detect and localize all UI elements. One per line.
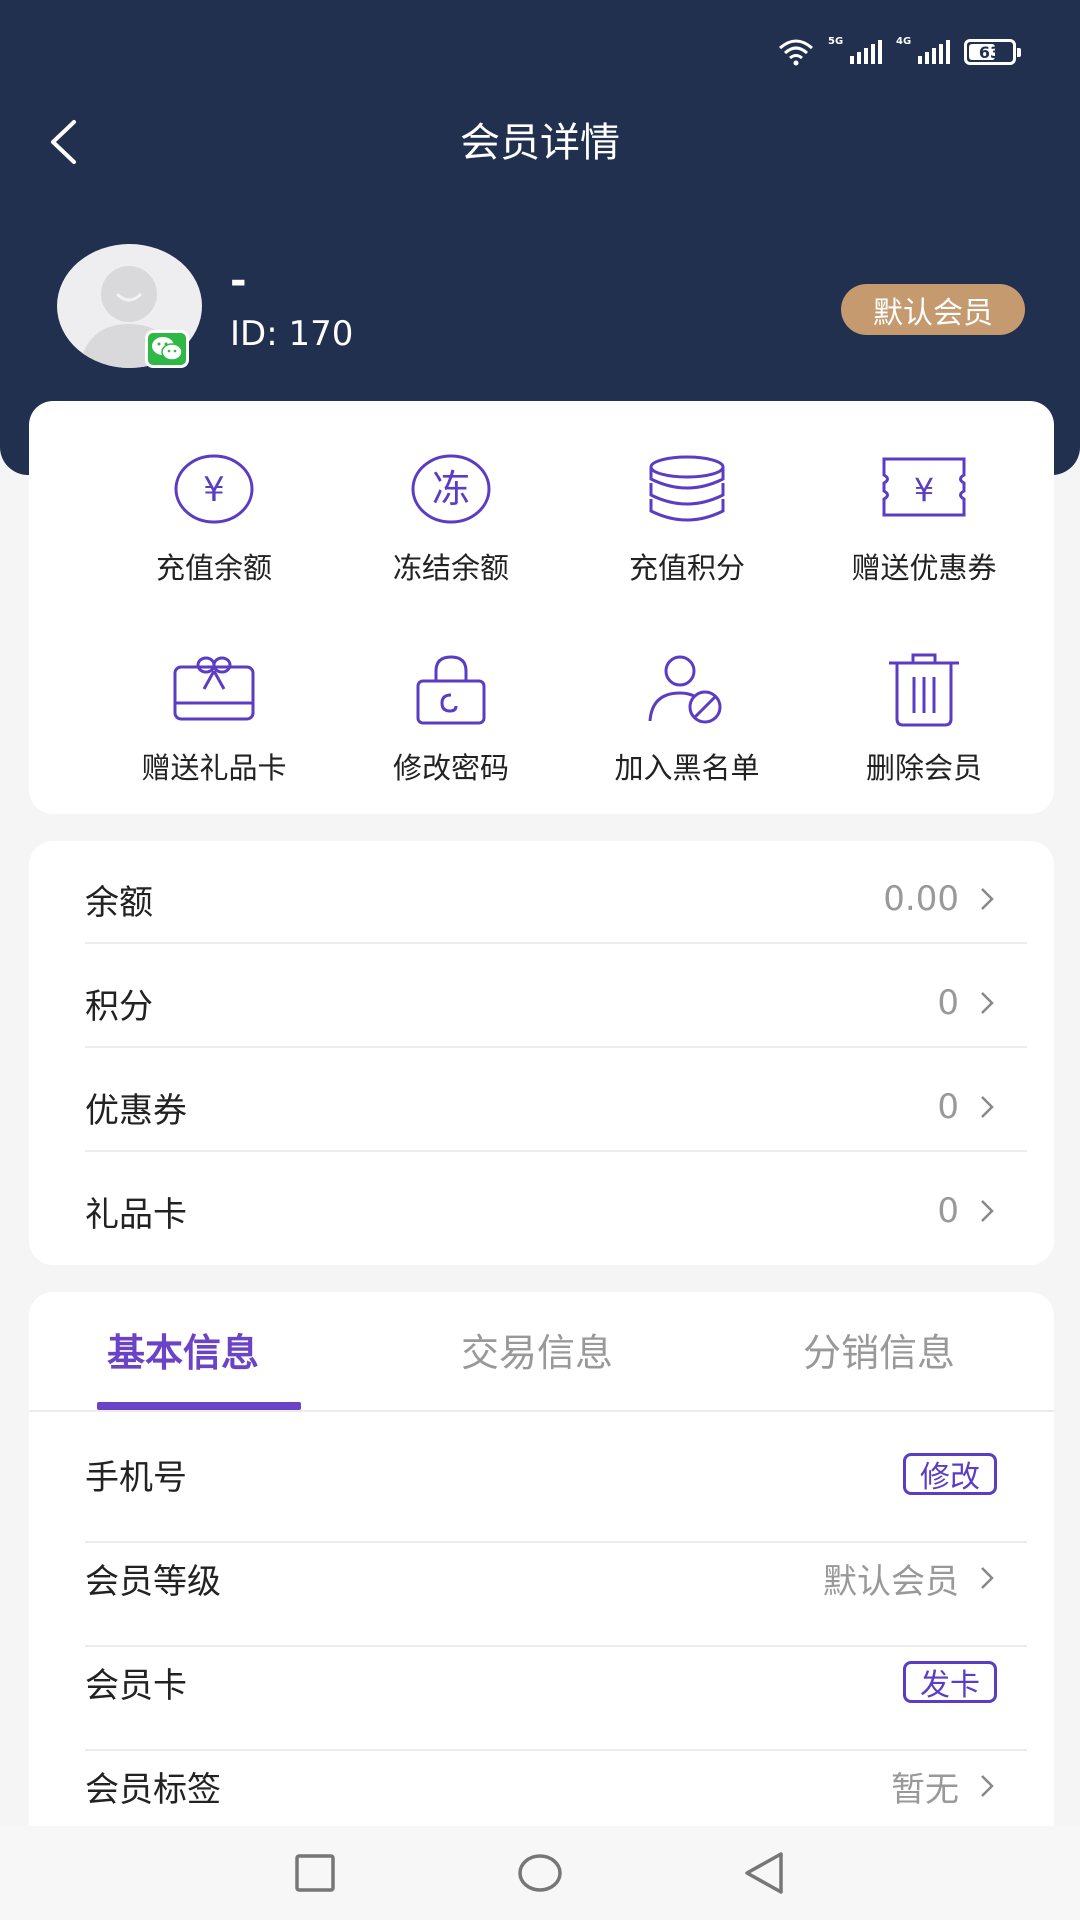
- row-label: 礼品卡: [85, 1194, 187, 1235]
- action-label: 加入黑名单: [614, 751, 760, 785]
- member-level-badge: 默认会员: [841, 284, 1025, 335]
- action-label: 修改密码: [392, 751, 509, 785]
- recharge-points-button[interactable]: 充值积分: [569, 451, 805, 587]
- edit-phone-button[interactable]: 修改: [903, 1453, 997, 1495]
- tab-distribution-info[interactable]: 分销信息: [803, 1322, 955, 1377]
- status-bar: 5G 4G 63: [778, 36, 1021, 66]
- send-coupon-button[interactable]: ¥ 赠送优惠券: [806, 451, 1042, 587]
- member-tags-row[interactable]: 会员标签 暂无: [85, 1734, 997, 1838]
- row-label: 会员标签: [85, 1769, 221, 1810]
- signal-5g-icon: 5G: [828, 36, 882, 64]
- divider: [85, 1150, 1027, 1152]
- phone-row: 手机号 修改: [85, 1422, 997, 1526]
- action-label: 冻结余额: [392, 551, 509, 585]
- chevron-right-icon: [981, 1567, 994, 1589]
- freeze-circle-icon: 冻: [411, 454, 491, 524]
- action-label: 删除会员: [865, 751, 982, 785]
- action-label: 充值积分: [628, 551, 745, 585]
- wifi-icon: [779, 39, 813, 66]
- active-tab-indicator: [97, 1402, 301, 1410]
- points-row[interactable]: 积分 0: [85, 951, 997, 1055]
- row-label: 积分: [85, 986, 153, 1027]
- coupons-row[interactable]: 优惠券 0: [85, 1055, 997, 1159]
- member-card-row: 会员卡 发卡: [85, 1630, 997, 1734]
- back-nav-icon[interactable]: [745, 1852, 783, 1894]
- action-label: 赠送礼品卡: [141, 751, 287, 785]
- wechat-icon: [145, 330, 189, 368]
- member-name: -: [230, 258, 247, 304]
- recharge-balance-button[interactable]: ¥ 充值余额: [96, 451, 332, 587]
- row-value: 默认会员: [823, 1561, 959, 1602]
- battery-level: 63: [978, 42, 1002, 62]
- signal-4g-icon: 4G: [896, 36, 950, 64]
- quick-actions-card: ¥ 充值余额 冻 冻结余额 充值积分 ¥ 赠送优惠券 赠送礼品卡 修改密码 加入…: [29, 401, 1054, 814]
- member-level-row[interactable]: 会员等级 默认会员: [85, 1526, 997, 1630]
- divider: [85, 942, 1027, 944]
- tab-transaction-info[interactable]: 交易信息: [461, 1322, 613, 1377]
- add-blacklist-button[interactable]: 加入黑名单: [569, 651, 805, 787]
- freeze-glyph: 冻: [432, 467, 470, 511]
- tab-basic-info[interactable]: 基本信息: [107, 1322, 259, 1377]
- chevron-right-icon: [981, 992, 994, 1014]
- row-label: 手机号: [85, 1457, 187, 1498]
- info-tabs: 基本信息 交易信息 分销信息: [29, 1292, 1054, 1412]
- net-type-5g: 5G: [828, 36, 844, 47]
- recents-icon[interactable]: [295, 1854, 335, 1892]
- row-value: 0.00: [883, 879, 959, 919]
- coupon-icon: ¥: [882, 457, 966, 517]
- row-label: 优惠券: [85, 1090, 187, 1131]
- coins-stack-icon: [649, 455, 725, 522]
- svg-text:¥: ¥: [914, 471, 934, 509]
- chevron-right-icon: [981, 888, 994, 910]
- yuan-circle-icon: ¥: [174, 454, 254, 524]
- divider: [85, 1046, 1027, 1048]
- row-label: 会员等级: [85, 1561, 221, 1602]
- issue-card-button[interactable]: 发卡: [903, 1661, 997, 1703]
- row-label: 余额: [85, 882, 153, 923]
- row-value: 0: [937, 1191, 959, 1231]
- assets-card: 余额 0.00 积分 0 优惠券 0 礼品卡 0: [29, 841, 1054, 1265]
- battery-icon: 63: [964, 39, 1021, 65]
- user-block-icon: [648, 655, 722, 724]
- action-label: 赠送优惠券: [851, 551, 997, 585]
- gift-card-icon: [173, 656, 255, 721]
- net-type-4g: 4G: [896, 36, 912, 47]
- change-password-button[interactable]: 修改密码: [333, 651, 569, 787]
- row-label: 会员卡: [85, 1665, 187, 1706]
- send-gift-card-button[interactable]: 赠送礼品卡: [96, 651, 332, 787]
- row-value: 0: [937, 1087, 959, 1127]
- avatar[interactable]: [57, 244, 202, 368]
- chevron-right-icon: [981, 1096, 994, 1118]
- gift-cards-row[interactable]: 礼品卡 0: [85, 1159, 997, 1263]
- member-id: ID: 170: [230, 314, 354, 354]
- row-value: 0: [937, 983, 959, 1023]
- chevron-right-icon: [981, 1775, 994, 1797]
- home-icon[interactable]: [518, 1854, 562, 1892]
- row-value: 暂无: [891, 1769, 959, 1810]
- delete-member-button[interactable]: 删除会员: [806, 651, 1042, 787]
- page-title: 会员详情: [460, 120, 620, 166]
- svg-text:¥: ¥: [203, 470, 225, 510]
- balance-row[interactable]: 余额 0.00: [85, 847, 997, 951]
- lock-icon: [416, 655, 486, 725]
- freeze-balance-button[interactable]: 冻 冻结余额: [333, 451, 569, 587]
- chevron-right-icon: [981, 1200, 994, 1222]
- system-nav-bar: [0, 1826, 1080, 1920]
- action-label: 充值余额: [155, 551, 272, 585]
- trash-icon: [889, 653, 959, 727]
